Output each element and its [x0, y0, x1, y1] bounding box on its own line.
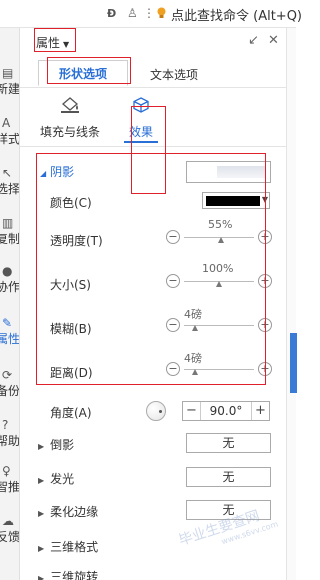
- sidebar-item-backup[interactable]: ⟳ 备份: [0, 368, 19, 399]
- fill-bucket-icon: [61, 97, 79, 113]
- decrease-button[interactable]: −: [166, 318, 180, 332]
- angle-stepper[interactable]: − 90.0° +: [182, 401, 270, 421]
- subtab-fill-line[interactable]: 填充与线条: [38, 96, 102, 140]
- blur-label: 模糊(B): [50, 322, 92, 336]
- left-toolbar: ▤ 新建 A 样式 ↖ 选择 ▥ 复制 ● 协作 ✎ 属性 ⟳ 备份 ? 帮助 …: [0, 28, 20, 580]
- increase-button[interactable]: +: [251, 402, 269, 420]
- select-icon: ↖: [2, 166, 13, 180]
- more-icon[interactable]: ⋮: [143, 6, 155, 20]
- distance-slider[interactable]: − 4磅 +: [166, 352, 272, 382]
- reflection-none-button[interactable]: 无: [186, 433, 271, 453]
- slider-value: 4磅: [184, 308, 202, 321]
- triangle-right-icon: ▶: [38, 442, 45, 451]
- slider-thumb[interactable]: [218, 237, 224, 243]
- sidebar-item-feedback[interactable]: ☁ 反馈: [0, 514, 19, 545]
- panel-title[interactable]: 属性 ▼: [36, 34, 69, 51]
- size-label: 大小(S): [50, 278, 91, 292]
- blur-slider[interactable]: − 4磅 +: [166, 308, 272, 338]
- soft-edges-none-button[interactable]: 无: [186, 500, 271, 520]
- size-slider[interactable]: − 100% +: [166, 262, 272, 294]
- sidebar-item-style[interactable]: A 样式: [0, 116, 19, 147]
- sidebar-item-recommend[interactable]: ♀ 智推: [0, 464, 19, 495]
- sidebar-item-property[interactable]: ✎ 属性: [0, 316, 19, 347]
- increase-button[interactable]: +: [258, 318, 272, 332]
- new-icon: ▤: [2, 66, 14, 80]
- person-icon[interactable]: ♙: [127, 6, 138, 20]
- tab-text-options[interactable]: 文本选项: [150, 66, 198, 83]
- triangle-right-icon: ▶: [38, 544, 45, 553]
- decrease-button[interactable]: −: [166, 274, 180, 288]
- cube-icon: [133, 97, 149, 113]
- section-reflection[interactable]: ▶ 倒影: [38, 436, 74, 453]
- distance-label: 距离(D): [50, 366, 93, 380]
- color-label: 颜色(C): [50, 196, 92, 210]
- color-swatch: [206, 196, 260, 206]
- right-edge: [286, 28, 297, 580]
- dial-dot: [159, 410, 162, 413]
- slider-value: 100%: [202, 262, 234, 275]
- sidebar-item-new[interactable]: ▤ 新建: [0, 66, 19, 97]
- d-icon[interactable]: Ð: [107, 7, 119, 20]
- increase-button[interactable]: +: [258, 274, 272, 288]
- decrease-button[interactable]: −: [166, 362, 180, 376]
- slider-thumb[interactable]: [216, 281, 222, 287]
- sidebar-item-copy[interactable]: ▥ 复制: [0, 216, 19, 247]
- glow-none-button[interactable]: 无: [186, 467, 271, 487]
- transparency-slider[interactable]: − 55% +: [166, 218, 272, 250]
- section-glow[interactable]: ▶ 发光: [38, 470, 74, 487]
- shadow-preview: [217, 166, 265, 178]
- divider: [20, 146, 286, 147]
- tab-shape-options[interactable]: 形状选项: [38, 60, 128, 86]
- triangle-down-icon: ◢: [40, 169, 47, 178]
- recommend-icon: ♀: [2, 464, 11, 478]
- copy-icon: ▥: [2, 216, 14, 230]
- sidebar-item-help[interactable]: ? 帮助: [0, 418, 19, 449]
- triangle-right-icon: ▶: [38, 476, 45, 485]
- top-bar: Ð ♙ ⋮ 点此查找命令 (Alt+Q): [0, 0, 302, 28]
- slider-thumb[interactable]: [192, 325, 198, 331]
- decrease-button[interactable]: −: [166, 230, 180, 244]
- style-icon: A: [2, 116, 11, 130]
- panel-collapse-handle[interactable]: [290, 333, 297, 393]
- shadow-preset-dropdown[interactable]: [186, 161, 271, 183]
- help-icon: ?: [2, 418, 9, 432]
- transparency-label: 透明度(T): [50, 234, 103, 248]
- subtab-effect[interactable]: 效果: [124, 96, 158, 140]
- shadow-section-toggle[interactable]: ◢ 阴影: [40, 163, 74, 180]
- active-subtab-indicator: [124, 141, 158, 143]
- sidebar-item-select[interactable]: ↖ 选择: [0, 166, 19, 197]
- section-3d-format[interactable]: ▶ 三维格式: [38, 538, 98, 555]
- feedback-icon: ☁: [2, 514, 14, 528]
- slider-value: 55%: [208, 218, 233, 231]
- shadow-color-picker[interactable]: ▼: [202, 192, 270, 209]
- decrease-button[interactable]: −: [183, 402, 201, 420]
- chevron-down-icon: ▼: [261, 195, 268, 204]
- slider-value: 4磅: [184, 352, 202, 365]
- increase-button[interactable]: +: [258, 362, 272, 376]
- collab-icon: ●: [2, 264, 13, 278]
- sidebar-item-collab[interactable]: ● 协作: [0, 264, 19, 295]
- increase-button[interactable]: +: [258, 230, 272, 244]
- chevron-down-icon: ▼: [63, 40, 70, 49]
- angle-dial[interactable]: [146, 401, 166, 421]
- backup-icon: ⟳: [2, 368, 13, 382]
- close-icon[interactable]: ✕: [268, 33, 279, 48]
- slider-thumb[interactable]: [192, 369, 198, 375]
- triangle-right-icon: ▶: [38, 574, 45, 580]
- section-3d-rotation[interactable]: ▶ 三维旋转: [38, 568, 98, 580]
- section-soft-edges[interactable]: ▶ 柔化边缘: [38, 503, 98, 520]
- bulb-icon: [157, 7, 166, 18]
- angle-label: 角度(A): [50, 406, 92, 420]
- triangle-right-icon: ▶: [38, 509, 45, 518]
- angle-value[interactable]: 90.0°: [201, 404, 251, 418]
- property-icon: ✎: [2, 316, 13, 330]
- minimize-icon[interactable]: ↙: [248, 33, 259, 48]
- command-search[interactable]: 点此查找命令 (Alt+Q): [171, 5, 302, 24]
